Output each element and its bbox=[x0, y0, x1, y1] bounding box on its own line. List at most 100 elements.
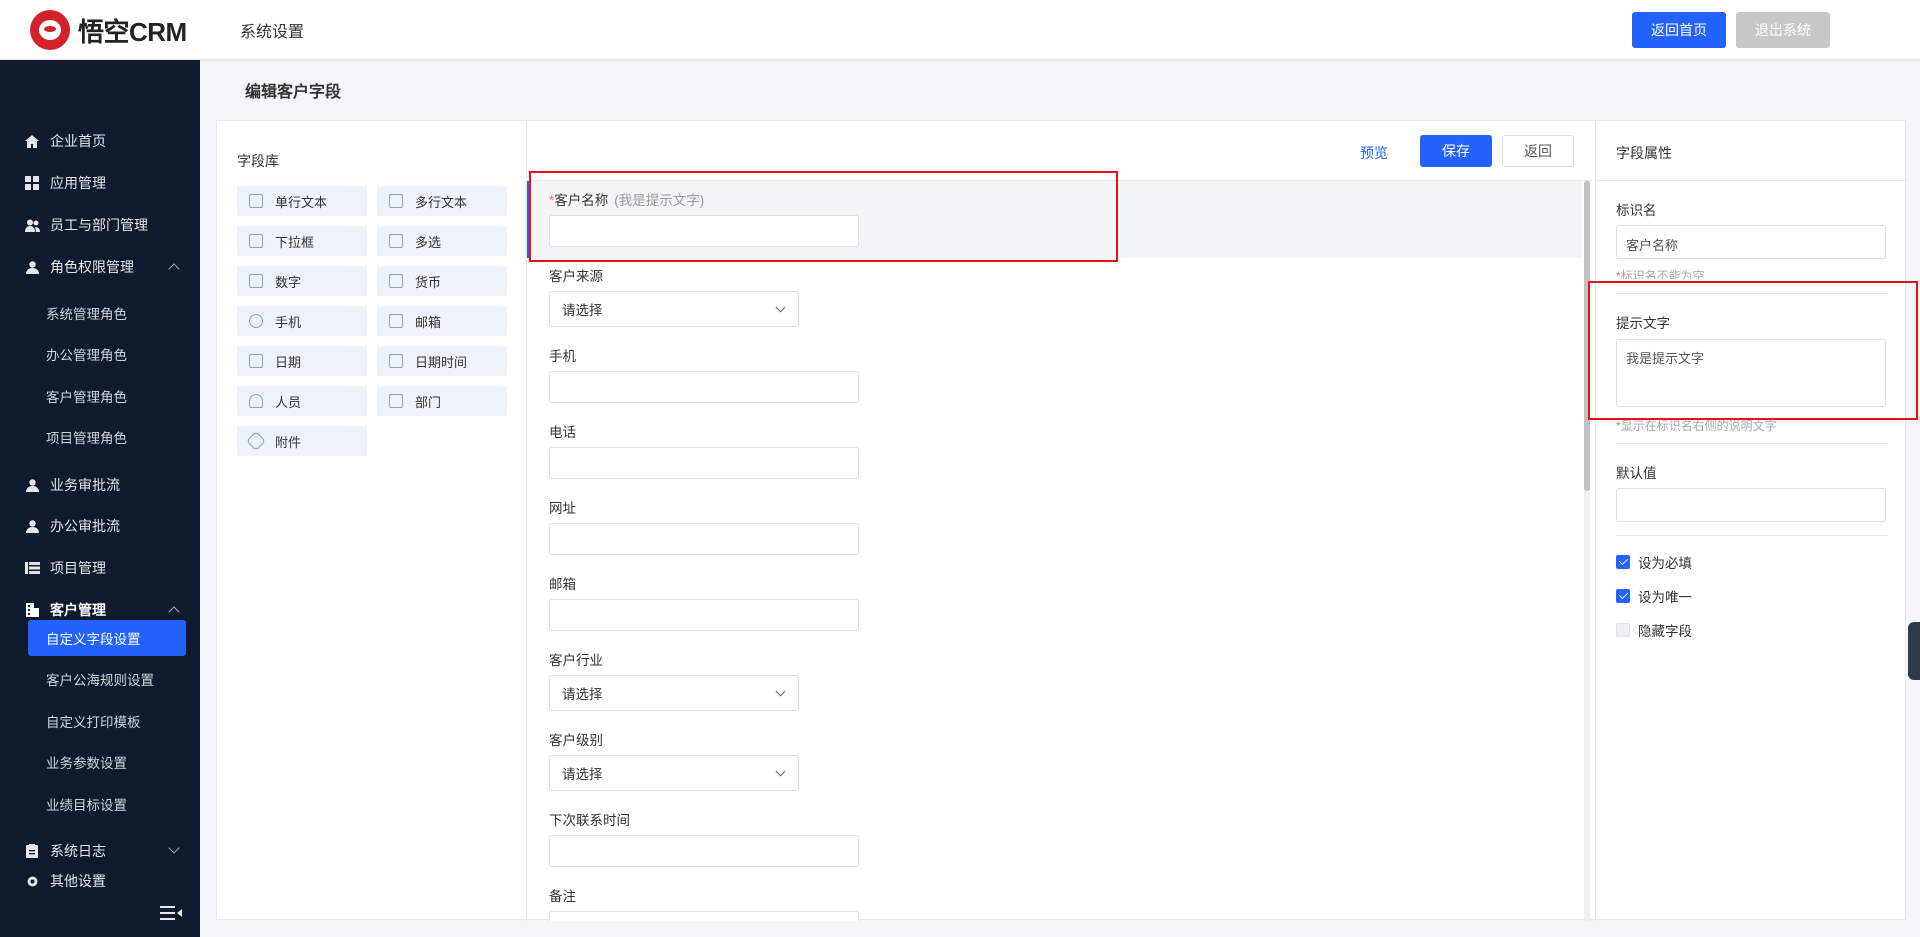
field-label-phone: 电话 bbox=[549, 425, 576, 440]
customer-name-input[interactable] bbox=[549, 215, 859, 247]
field-chip-attachment[interactable]: 附件 bbox=[237, 426, 367, 456]
field-chip-person[interactable]: 人员 bbox=[237, 386, 367, 416]
chip-label: 日期时间 bbox=[415, 354, 468, 370]
unique-checkbox[interactable]: 设为唯一 bbox=[1616, 586, 1692, 606]
phone-input[interactable] bbox=[549, 447, 859, 479]
sidebar-item-label: 项目管理 bbox=[50, 560, 106, 576]
checkbox-unchecked-icon[interactable] bbox=[1616, 623, 1630, 637]
chevron-down-icon bbox=[775, 766, 786, 777]
phone-icon bbox=[249, 314, 263, 328]
checkbox-label: 隐藏字段 bbox=[1638, 624, 1692, 639]
save-button[interactable]: 保存 bbox=[1420, 135, 1492, 167]
top-bar: 悟空CRM 系统设置 返回首页 退出系统 bbox=[0, 0, 1920, 60]
logo[interactable]: 悟空CRM bbox=[30, 10, 187, 50]
sidebar-item-staff[interactable]: 员工与部门管理 bbox=[0, 206, 200, 244]
mail-icon bbox=[389, 314, 403, 328]
user-icon bbox=[24, 260, 40, 274]
sidebar: 企业首页 应用管理 员工与部门管理 角色权限管理 系统管理角色 办公管理角色 客… bbox=[0, 60, 200, 937]
org-chart-icon bbox=[389, 394, 403, 408]
sidebar-subitem-system-role[interactable]: 系统管理角色 bbox=[28, 295, 186, 331]
mobile-input[interactable] bbox=[549, 371, 859, 403]
email-input[interactable] bbox=[549, 599, 859, 631]
required-checkbox[interactable]: 设为必填 bbox=[1616, 552, 1692, 572]
logout-button[interactable]: 退出系统 bbox=[1736, 12, 1830, 48]
chevron-down-icon bbox=[775, 686, 786, 697]
form-scrollbar[interactable] bbox=[1584, 181, 1590, 921]
hidden-field-checkbox[interactable]: 隐藏字段 bbox=[1616, 620, 1692, 640]
sidebar-item-label: 应用管理 bbox=[50, 175, 106, 191]
checkbox-label: 设为唯一 bbox=[1638, 590, 1692, 605]
field-chip-number[interactable]: 数字 bbox=[237, 266, 367, 296]
select-value: 请选择 bbox=[562, 767, 603, 782]
field-chip-datetime[interactable]: 日期时间 bbox=[377, 346, 507, 376]
sidebar-item-system-log[interactable]: 系统日志 bbox=[0, 832, 200, 870]
chevron-down-icon bbox=[168, 842, 180, 854]
select-value: 请选择 bbox=[562, 303, 603, 318]
user-icon bbox=[24, 519, 40, 533]
sidebar-item-label: 角色权限管理 bbox=[50, 259, 134, 275]
return-home-button[interactable]: 返回首页 bbox=[1632, 12, 1726, 48]
website-input[interactable] bbox=[549, 523, 859, 555]
sidebar-subitem-public-pool-rules[interactable]: 客户公海规则设置 bbox=[28, 661, 186, 697]
customer-industry-select[interactable]: 请选择 bbox=[549, 675, 799, 711]
sidebar-item-label: 企业首页 bbox=[50, 133, 106, 149]
sidebar-item-project-mgmt[interactable]: 项目管理 bbox=[0, 549, 200, 587]
sidebar-item-office-approval[interactable]: 办公审批流 bbox=[0, 507, 200, 545]
sidebar-item-role-permission[interactable]: 角色权限管理 bbox=[0, 248, 200, 286]
identifier-input[interactable]: 客户名称 bbox=[1616, 225, 1886, 259]
collapse-menu-icon[interactable] bbox=[160, 906, 182, 920]
field-library-title: 字段库 bbox=[237, 153, 279, 169]
users-icon bbox=[24, 218, 40, 232]
sidebar-item-apps[interactable]: 应用管理 bbox=[0, 164, 200, 202]
field-chip-date[interactable]: 日期 bbox=[237, 346, 367, 376]
sidebar-item-other-settings[interactable]: 其他设置 bbox=[0, 870, 200, 888]
chip-label: 附件 bbox=[275, 434, 302, 450]
field-chip-department[interactable]: 部门 bbox=[377, 386, 507, 416]
sidebar-subitem-customer-role[interactable]: 客户管理角色 bbox=[28, 378, 186, 414]
remark-input[interactable] bbox=[549, 911, 859, 921]
sidebar-subitem-performance-goals[interactable]: 业绩目标设置 bbox=[28, 786, 186, 822]
home-icon bbox=[24, 134, 40, 148]
field-chip-email[interactable]: 邮箱 bbox=[377, 306, 507, 336]
hint-text-textarea[interactable]: 我是提示文字 bbox=[1616, 339, 1886, 407]
checkbox-checked-icon[interactable] bbox=[1616, 589, 1630, 603]
building-icon bbox=[24, 603, 40, 617]
preview-link[interactable]: 预览 bbox=[1360, 143, 1388, 163]
scrollbar-thumb[interactable] bbox=[1584, 181, 1590, 491]
field-chip-mobile[interactable]: 手机 bbox=[237, 306, 367, 336]
chip-label: 邮箱 bbox=[415, 314, 442, 330]
sidebar-subitem-custom-fields[interactable]: 自定义字段设置 bbox=[28, 620, 186, 656]
field-chip-multi-line[interactable]: 多行文本 bbox=[377, 186, 507, 216]
customer-level-select[interactable]: 请选择 bbox=[549, 755, 799, 791]
sidebar-subitem-office-role[interactable]: 办公管理角色 bbox=[28, 336, 186, 372]
chip-label: 人员 bbox=[275, 394, 302, 410]
sidebar-item-home[interactable]: 企业首页 bbox=[0, 122, 200, 160]
divider bbox=[1616, 443, 1888, 444]
chip-label: 日期 bbox=[275, 354, 302, 370]
next-contact-time-input[interactable] bbox=[549, 835, 859, 867]
sidebar-subitem-business-params[interactable]: 业务参数设置 bbox=[28, 744, 186, 780]
logo-text: 悟空CRM bbox=[78, 16, 187, 47]
field-chip-dropdown[interactable]: 下拉框 bbox=[237, 226, 367, 256]
field-chip-single-line[interactable]: 单行文本 bbox=[237, 186, 367, 216]
sidebar-subitem-project-role[interactable]: 项目管理角色 bbox=[28, 419, 186, 455]
floating-side-tab[interactable] bbox=[1908, 622, 1920, 680]
sidebar-item-business-approval[interactable]: 业务审批流 bbox=[0, 466, 200, 504]
sidebar-subitem-print-template[interactable]: 自定义打印模板 bbox=[28, 703, 186, 739]
chevron-down-icon bbox=[775, 302, 786, 313]
checkbox-checked-icon[interactable] bbox=[1616, 555, 1630, 569]
field-label-next-contact: 下次联系时间 bbox=[549, 813, 630, 828]
identifier-note: *标识名不能为空 bbox=[1616, 269, 1705, 279]
default-value-input[interactable] bbox=[1616, 488, 1886, 522]
field-chip-currency[interactable]: 货币 bbox=[377, 266, 507, 296]
sidebar-item-label: 其他设置 bbox=[50, 873, 106, 888]
chip-label: 货币 bbox=[415, 274, 442, 290]
customer-source-select[interactable]: 请选择 bbox=[549, 291, 799, 327]
field-label-email: 邮箱 bbox=[549, 577, 576, 592]
back-button[interactable]: 返回 bbox=[1502, 135, 1574, 167]
module-title: 系统设置 bbox=[240, 24, 305, 41]
paperclip-icon bbox=[246, 431, 266, 451]
default-value-label: 默认值 bbox=[1616, 466, 1657, 481]
field-chip-multi-select[interactable]: 多选 bbox=[377, 226, 507, 256]
field-label-industry: 客户行业 bbox=[549, 653, 603, 668]
